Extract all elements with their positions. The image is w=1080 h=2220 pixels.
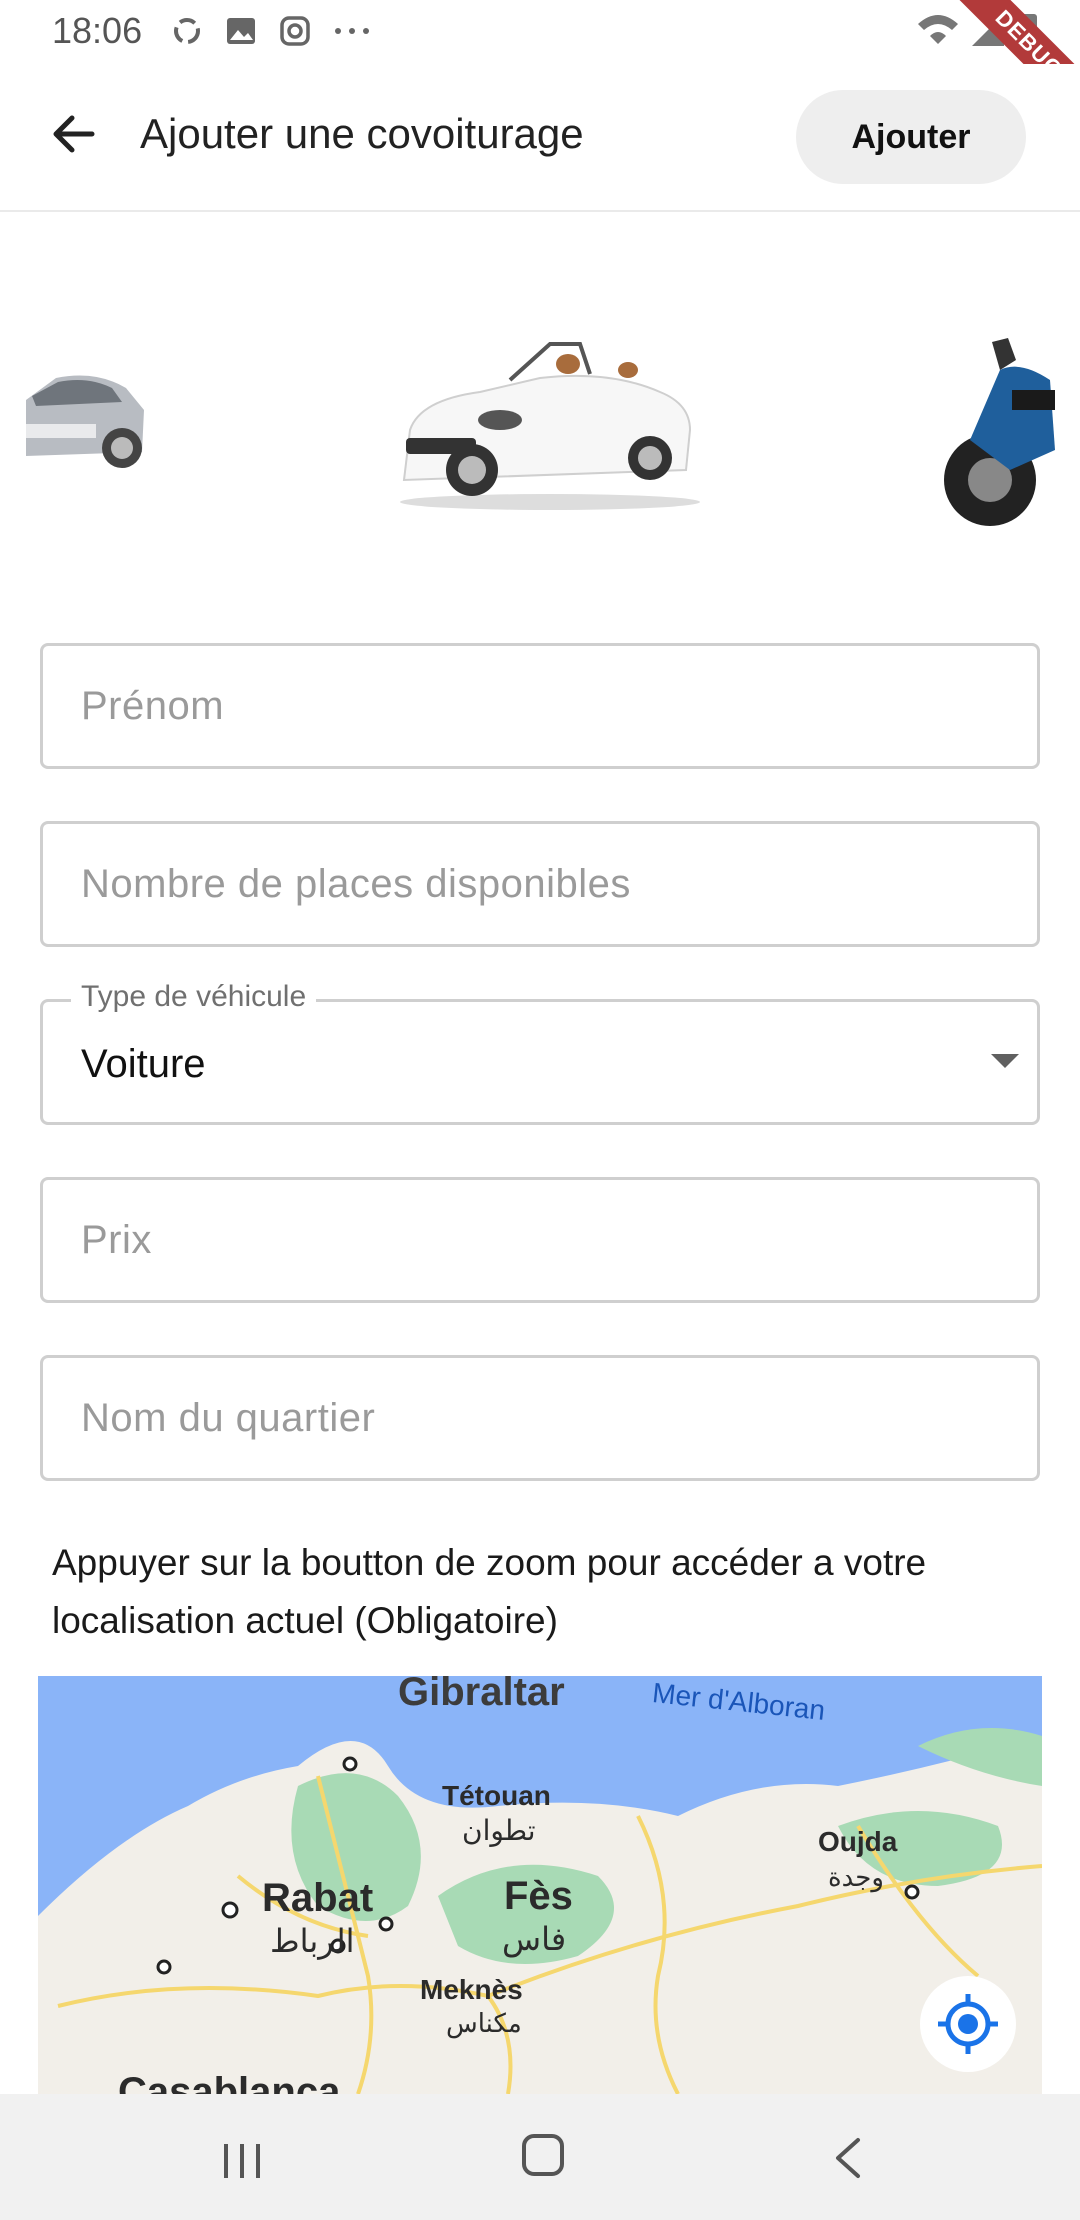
more-icon <box>332 14 369 48</box>
recent-apps-button[interactable] <box>222 2142 262 2180</box>
system-nav-bar <box>0 2094 1080 2220</box>
map-label-casablanca: Casablanca <box>118 2070 341 2094</box>
map-label-rabat: Rabat <box>262 1876 374 1920</box>
image-icon <box>224 14 258 48</box>
map-label-meknes-ar: مكناس <box>446 2008 522 2038</box>
map-label-oujda-ar: وجدة <box>828 1862 884 1892</box>
wifi-icon <box>916 10 960 55</box>
location-instruction-text: Appuyer sur la boutton de zoom pour accé… <box>52 1542 927 1641</box>
first-name-field[interactable]: Prénom <box>40 643 1040 769</box>
neighborhood-field[interactable]: Nom du quartier <box>40 1355 1040 1481</box>
price-placeholder: Prix <box>81 1218 152 1262</box>
vehicle-type-label: Type de véhicule <box>71 980 317 1014</box>
nav-back-icon <box>836 2138 860 2178</box>
home-button[interactable] <box>522 2134 564 2176</box>
sync-icon <box>170 14 204 48</box>
map-label-tetouan: Tétouan <box>442 1780 551 1811</box>
page-title: Ajouter une covoiturage <box>140 110 584 157</box>
convertible-car-image[interactable] <box>390 330 700 510</box>
vehicle-type-dropdown[interactable]: Type de véhicule Voiture <box>40 980 1040 1125</box>
instagram-icon <box>278 14 312 48</box>
seats-placeholder: Nombre de places disponibles <box>81 862 631 906</box>
my-location-button[interactable] <box>920 1976 1016 2072</box>
sedan-car-image[interactable] <box>26 340 146 480</box>
vehicle-carousel[interactable] <box>0 300 1080 540</box>
map-label-fes: Fès <box>504 1874 573 1918</box>
first-name-placeholder: Prénom <box>81 684 225 728</box>
recent-apps-icon <box>224 2144 260 2178</box>
map-label-gibraltar: Gibraltar <box>398 1676 565 1714</box>
status-bar: 18:06 DEBUG <box>0 0 1080 124</box>
map-label-tetouan-ar: تطوان <box>462 1815 536 1846</box>
back-arrow-icon <box>53 115 95 153</box>
add-button[interactable]: Ajouter <box>796 90 1026 184</box>
motorcycle-image[interactable] <box>930 330 1055 530</box>
map-label-rabat-ar: الرباط <box>270 1923 355 1959</box>
vehicle-type-value: Voiture <box>81 1042 206 1086</box>
price-field[interactable]: Prix <box>40 1177 1040 1303</box>
dropdown-arrow-icon <box>991 1054 1019 1068</box>
nav-back-button[interactable] <box>832 2136 862 2180</box>
crosshair-icon <box>938 1994 998 2054</box>
map-label-meknes: Meknès <box>420 1974 523 2005</box>
map-label-oujda: Oujda <box>818 1826 898 1857</box>
map-view[interactable]: Gibraltar Mer d'Alboran Tétouan تطوان Ra… <box>38 1676 1042 2094</box>
map-label-fes-ar: فاس <box>502 1921 567 1957</box>
neighborhood-placeholder: Nom du quartier <box>81 1396 376 1440</box>
status-notification-icons <box>170 14 369 48</box>
app-bar: Ajouter une covoiturage Ajouter <box>0 64 1080 212</box>
seats-field[interactable]: Nombre de places disponibles <box>40 821 1040 947</box>
back-arrow-button[interactable] <box>44 104 104 164</box>
status-time: 18:06 <box>52 10 143 51</box>
